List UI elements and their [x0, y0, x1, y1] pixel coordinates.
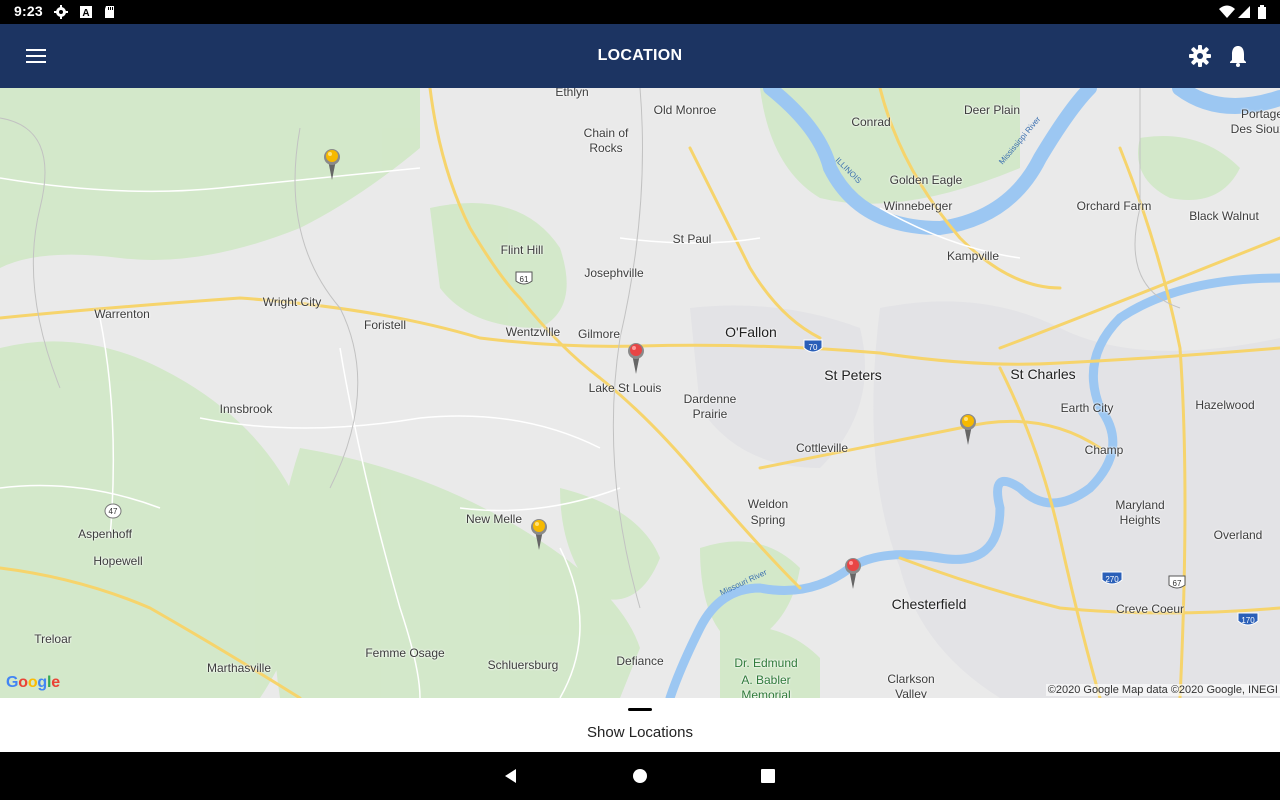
svg-text:61: 61 [520, 275, 529, 284]
page-title: LOCATION [597, 47, 683, 64]
place-label: Femme Osage [365, 646, 445, 660]
wifi-icon [1219, 5, 1235, 18]
battery-icon [1258, 5, 1266, 19]
place-label: Innsbrook [219, 402, 273, 416]
svg-text:A: A [82, 8, 89, 19]
place-label: Treloar [34, 632, 72, 646]
google-logo-text: Google [6, 674, 60, 691]
map-copyright[interactable]: ©2020 Google Map data ©2020 Google, INEG… [1045, 684, 1280, 696]
place-label: Foristell [363, 318, 407, 332]
place-label: Rocks [589, 141, 623, 155]
place-label: St Charles [1010, 366, 1076, 382]
notifications-icon[interactable] [1224, 42, 1252, 70]
gear-icon [54, 5, 68, 19]
place-label: Ethlyn [555, 88, 589, 99]
a-icon: A [80, 6, 92, 19]
place-label: Prairie [692, 407, 728, 421]
place-label: Lake St Louis [588, 381, 662, 395]
place-label: Valley [895, 687, 927, 698]
route-shield-67: 67 [1168, 575, 1186, 589]
place-label: Memorial [741, 688, 791, 698]
place-label: Dardenne [683, 392, 737, 406]
signal-icon [1238, 6, 1250, 18]
map-pin-red-icon[interactable] [843, 555, 863, 595]
settings-icon[interactable] [1186, 42, 1214, 70]
route-shield-47: 47 [104, 503, 122, 519]
place-label: Flint Hill [500, 243, 544, 257]
place-label: O'Fallon [725, 324, 777, 340]
bottom-sheet[interactable]: Show Locations [0, 698, 1280, 752]
home-icon[interactable] [630, 766, 650, 786]
map-pin-yellow-icon[interactable] [958, 411, 978, 451]
show-locations-label[interactable]: Show Locations [0, 724, 1280, 741]
place-label: Cottleville [795, 441, 849, 455]
status-bar: 9:23 A [0, 0, 1280, 24]
place-label: Heights [1119, 513, 1161, 527]
place-label: Portage [1240, 107, 1280, 121]
place-label: Gilmore [577, 327, 621, 341]
route-shield-270: 270 [1101, 571, 1123, 585]
place-label: Des Sioux [1230, 122, 1280, 136]
place-label: Orchard Farm [1076, 199, 1152, 213]
place-label: Champ [1084, 443, 1124, 457]
place-label: New Melle [465, 512, 523, 526]
svg-text:67: 67 [1173, 579, 1182, 588]
place-label: Schluersburg [487, 658, 559, 672]
place-label: Maryland [1115, 498, 1165, 512]
svg-text:170: 170 [1241, 616, 1255, 625]
place-label: St Peters [824, 367, 882, 383]
map-pin-red-icon[interactable] [626, 340, 646, 380]
place-label: St Paul [672, 232, 712, 246]
place-label: Hazelwood [1195, 398, 1255, 412]
map-pin-yellow-icon[interactable] [322, 146, 342, 186]
drag-handle[interactable] [628, 708, 652, 711]
place-label: Josephville [584, 266, 644, 280]
place-label: Golden Eagle [889, 173, 963, 187]
place-label: Warrenton [94, 307, 150, 321]
place-label: Creve Coeur [1115, 602, 1185, 616]
place-label: Conrad [851, 115, 891, 129]
svg-text:70: 70 [809, 343, 818, 352]
place-label: Black Walnut [1189, 209, 1259, 223]
place-label: Wright City [262, 295, 322, 309]
place-label: Deer Plain [963, 103, 1021, 117]
place-label: Defiance [616, 654, 664, 668]
route-shield-170: 170 [1237, 612, 1259, 626]
place-label: Kampville [946, 249, 1000, 263]
place-label: Spring [750, 513, 786, 527]
place-label: Overland [1213, 528, 1263, 542]
place-label: Marthasville [206, 661, 272, 675]
place-label: A. Babler [741, 673, 791, 687]
sd-card-icon [105, 6, 114, 18]
place-label: Wentzville [505, 325, 561, 339]
status-time: 9:23 [14, 3, 43, 19]
place-label: Hopewell [93, 554, 143, 568]
place-label: Earth City [1060, 401, 1114, 415]
place-label: Clarkson [887, 672, 935, 686]
place-label: Aspenhoff [78, 527, 132, 541]
back-icon[interactable] [501, 766, 521, 786]
place-label: Dr. Edmund [734, 656, 798, 670]
route-shield-61: 61 [515, 271, 533, 285]
google-logo: Google [6, 674, 60, 692]
svg-text:47: 47 [109, 507, 118, 516]
map-pin-yellow-icon[interactable] [529, 516, 549, 556]
route-shield-70: 70 [803, 339, 823, 353]
system-nav-bar [0, 752, 1280, 800]
place-label: Weldon [747, 497, 789, 511]
place-label: Chain of [583, 126, 629, 140]
place-label: Chesterfield [891, 596, 967, 612]
app-bar: LOCATION [0, 24, 1280, 88]
recents-icon[interactable] [758, 766, 778, 786]
place-label: Old Monroe [653, 103, 717, 117]
svg-text:270: 270 [1105, 575, 1119, 584]
map-view[interactable]: 61 70 47 270 67 170 ILLINOIS Mississippi… [0, 88, 1280, 698]
place-label: Winneberger [883, 199, 953, 213]
